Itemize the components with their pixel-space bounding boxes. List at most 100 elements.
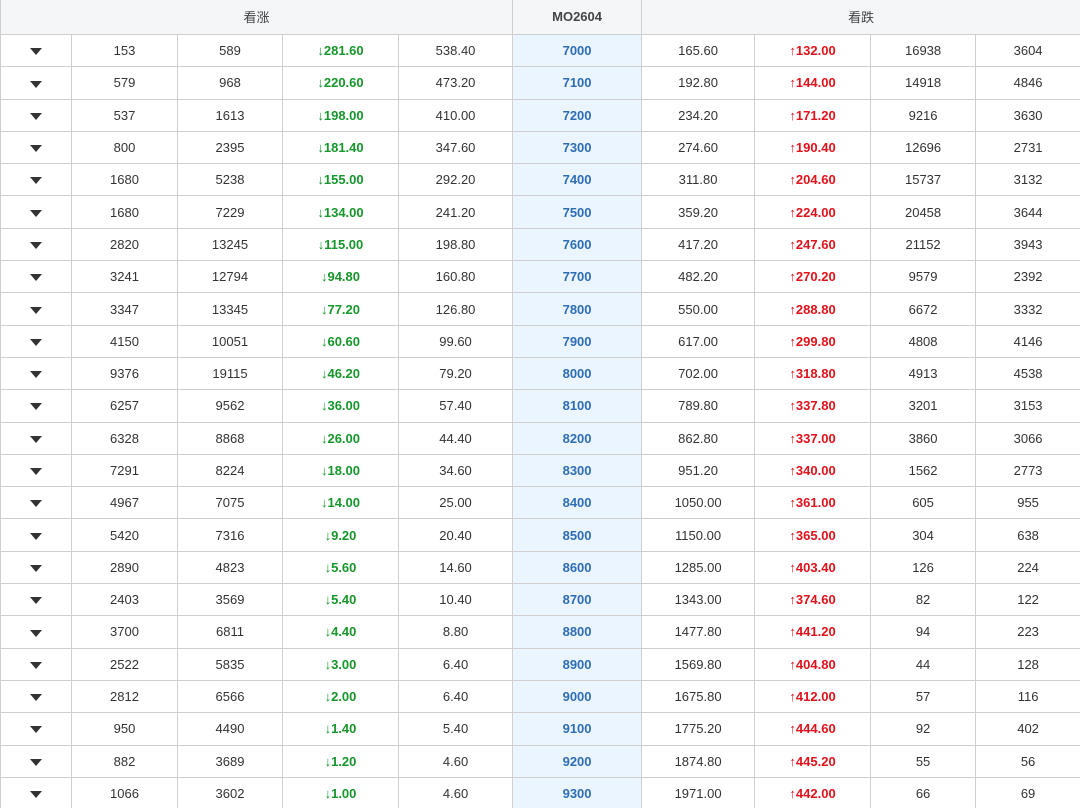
table-row[interactable]: 537 1613 ↓198.00 410.00 7200 234.20 ↑171.20 921… (0, 98, 1080, 132)
caret-down-icon[interactable] (30, 403, 42, 411)
expand-cell[interactable] (0, 356, 72, 391)
expand-cell[interactable] (0, 66, 72, 100)
caret-down-icon[interactable] (30, 791, 42, 799)
put-volume: 304 (870, 518, 977, 552)
caret-down-icon[interactable] (30, 468, 42, 476)
table-row[interactable]: 3700 6811 ↓4.40 8.80 8800 1477.80 ↑441.20 94 223 (0, 615, 1080, 649)
table-row[interactable]: 4150 10051 ↓60.60 99.60 7900 617.00 ↑299.80 480… (0, 324, 1080, 358)
put-price: 1477.80 (641, 615, 756, 649)
caret-down-icon[interactable] (30, 145, 42, 153)
call-open-interest: 4967 (71, 486, 178, 520)
table-row[interactable]: 800 2395 ↓181.40 347.60 7300 274.60 ↑190.40 126… (0, 130, 1080, 165)
caret-down-icon[interactable] (30, 661, 42, 669)
caret-down-icon[interactable] (30, 564, 42, 572)
expand-cell[interactable] (0, 647, 72, 681)
expand-cell[interactable] (0, 130, 72, 165)
table-row[interactable]: 3347 13345 ↓77.20 126.80 7800 550.00 ↑288.80 66… (0, 292, 1080, 326)
table-row[interactable]: 2522 5835 ↓3.00 6.40 8900 1569.80 ↑404.80 44 128 (0, 647, 1080, 681)
put-volume: 92 (870, 712, 977, 746)
expand-cell[interactable] (0, 550, 72, 585)
expand-cell[interactable] (0, 776, 72, 808)
call-volume: 4823 (177, 550, 283, 585)
caret-down-icon[interactable] (30, 597, 42, 605)
table-row[interactable]: 4967 7075 ↓14.00 25.00 8400 1050.00 ↑361.00 605… (0, 486, 1080, 520)
call-open-interest: 1680 (71, 195, 178, 229)
header-row: 看涨 MO2604 看跌 (0, 0, 1080, 35)
table-row[interactable]: 1066 3602 ↓1.00 4.60 9300 1971.00 ↑442.00 66 69 (0, 776, 1080, 808)
call-price: 160.80 (397, 260, 514, 294)
table-row[interactable]: 7291 8224 ↓18.00 34.60 8300 951.20 ↑340.00 1562… (0, 453, 1080, 488)
expand-cell[interactable] (0, 260, 72, 294)
caret-down-icon[interactable] (30, 274, 42, 282)
table-row[interactable]: 153 589 ↓281.60 538.40 7000 165.60 ↑132.00 1693… (0, 33, 1080, 68)
caret-down-icon[interactable] (30, 694, 42, 702)
call-change: ↓198.00 (282, 98, 399, 132)
table-row[interactable]: 579 968 ↓220.60 473.20 7100 192.80 ↑144.00 1491… (0, 66, 1080, 100)
caret-down-icon[interactable] (30, 338, 42, 346)
put-volume: 3860 (870, 421, 977, 455)
expand-cell[interactable] (0, 712, 72, 746)
table-row[interactable]: 2820 13245 ↓115.00 198.80 7600 417.20 ↑247.60 2… (0, 227, 1080, 262)
expand-cell[interactable] (0, 324, 72, 358)
caret-down-icon[interactable] (30, 435, 42, 443)
call-change: ↓46.20 (282, 356, 399, 391)
table-row[interactable]: 6328 8868 ↓26.00 44.40 8200 862.80 ↑337.00 3860… (0, 421, 1080, 455)
table-row[interactable]: 6257 9562 ↓36.00 57.40 8100 789.80 ↑337.80 3201… (0, 389, 1080, 423)
put-volume: 9216 (870, 98, 977, 132)
table-row[interactable]: 1680 7229 ↓134.00 241.20 7500 359.20 ↑224.00 20… (0, 195, 1080, 229)
expand-cell[interactable] (0, 679, 72, 714)
expand-cell[interactable] (0, 195, 72, 229)
put-open-interest: 3153 (975, 389, 1080, 423)
table-row[interactable]: 2812 6566 ↓2.00 6.40 9000 1675.80 ↑412.00 57 116 (0, 679, 1080, 714)
caret-down-icon[interactable] (30, 500, 42, 508)
expand-cell[interactable] (0, 163, 72, 197)
call-volume: 3569 (177, 583, 283, 617)
call-change: ↓1.20 (282, 744, 399, 778)
table-row[interactable]: 2403 3569 ↓5.40 10.40 8700 1343.00 ↑374.60 82 12… (0, 583, 1080, 617)
call-open-interest: 2820 (71, 227, 178, 262)
caret-down-icon[interactable] (30, 241, 42, 249)
caret-down-icon[interactable] (30, 758, 42, 766)
caret-down-icon[interactable] (30, 112, 42, 120)
caret-down-icon[interactable] (30, 209, 42, 217)
expand-cell[interactable] (0, 615, 72, 649)
table-row[interactable]: 1680 5238 ↓155.00 292.20 7400 311.80 ↑204.60 15… (0, 163, 1080, 197)
expand-cell[interactable] (0, 486, 72, 520)
contract-header[interactable]: MO2604 (512, 0, 643, 35)
expand-cell[interactable] (0, 518, 72, 552)
table-row[interactable]: 2890 4823 ↓5.60 14.60 8600 1285.00 ↑403.40 126 2… (0, 550, 1080, 585)
caret-down-icon[interactable] (30, 371, 42, 379)
table-row[interactable]: 9376 19115 ↓46.20 79.20 8000 702.00 ↑318.80 491… (0, 356, 1080, 391)
caret-down-icon[interactable] (30, 532, 42, 540)
expand-cell[interactable] (0, 583, 72, 617)
strike-price: 8900 (512, 647, 643, 681)
expand-cell[interactable] (0, 33, 72, 68)
caret-down-icon[interactable] (30, 48, 42, 56)
caret-down-icon[interactable] (30, 306, 42, 314)
expand-cell[interactable] (0, 98, 72, 132)
expand-cell[interactable] (0, 389, 72, 423)
caret-down-icon[interactable] (30, 177, 42, 185)
expand-cell[interactable] (0, 292, 72, 326)
call-open-interest: 537 (71, 98, 178, 132)
call-price: 44.40 (397, 421, 514, 455)
call-volume: 968 (177, 66, 283, 100)
caret-down-icon[interactable] (30, 80, 42, 88)
call-price: 5.40 (397, 712, 514, 746)
call-change: ↓36.00 (282, 389, 399, 423)
expand-cell[interactable] (0, 744, 72, 778)
call-volume: 3689 (177, 744, 283, 778)
caret-down-icon[interactable] (30, 726, 42, 734)
caret-down-icon[interactable] (30, 629, 42, 637)
table-row[interactable]: 882 3689 ↓1.20 4.60 9200 1874.80 ↑445.20 55 56 (0, 744, 1080, 778)
call-volume: 2395 (177, 130, 283, 165)
table-row[interactable]: 5420 7316 ↓9.20 20.40 8500 1150.00 ↑365.00 304 6… (0, 518, 1080, 552)
expand-cell[interactable] (0, 453, 72, 488)
table-row[interactable]: 950 4490 ↓1.40 5.40 9100 1775.20 ↑444.60 92 402 (0, 712, 1080, 746)
table-row[interactable]: 3241 12794 ↓94.80 160.80 7700 482.20 ↑270.20 95… (0, 260, 1080, 294)
strike-price: 8600 (512, 550, 643, 585)
expand-cell[interactable] (0, 421, 72, 455)
strike-price: 8700 (512, 583, 643, 617)
expand-cell[interactable] (0, 227, 72, 262)
put-open-interest: 116 (975, 679, 1080, 714)
